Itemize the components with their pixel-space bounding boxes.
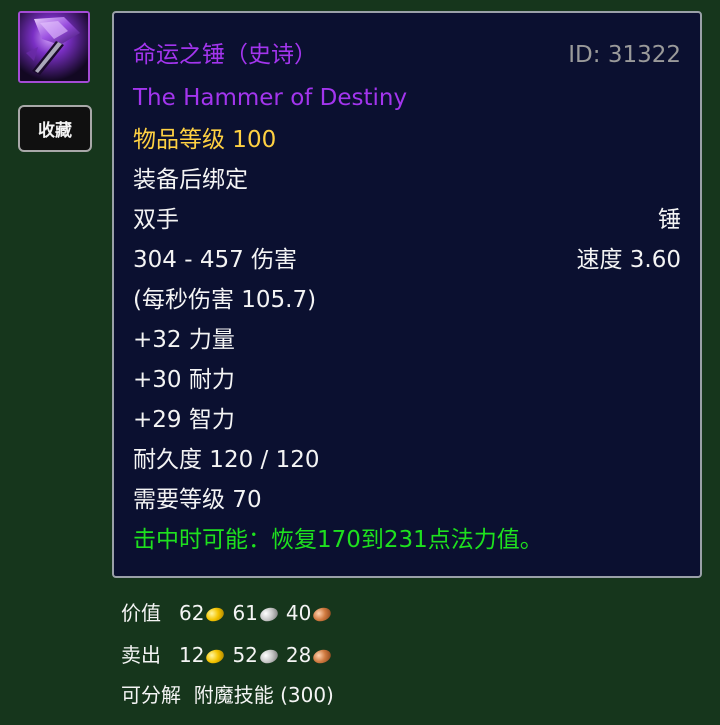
item-tooltip: 命运之锤（史诗） ID: 31322 The Hammer of Destiny…: [112, 11, 702, 578]
sell-silver: 52: [232, 643, 258, 667]
item-name-cn-text: 命运之锤（史诗）: [133, 42, 317, 68]
durability-text: 耐久度 120 / 120: [133, 447, 320, 473]
hammer-icon-art: [20, 13, 88, 81]
item-name-cn: 命运之锤（史诗） ID: 31322: [133, 37, 681, 73]
gold-coin-icon: [204, 605, 227, 623]
value-row: 价值 62 61 40: [121, 598, 339, 628]
speed-text: 速度 3.60: [576, 247, 681, 273]
purple-hammer-icon[interactable]: [18, 11, 90, 83]
value-gold: 62: [179, 601, 205, 625]
item-id: ID: 31322: [568, 42, 681, 68]
copper-coin-icon: [311, 605, 333, 623]
silver-coin-icon: [258, 647, 280, 665]
stat-stamina: +30 耐力: [133, 367, 235, 393]
slot-row: 双手 锤: [133, 202, 681, 238]
slot-text: 双手: [133, 207, 179, 233]
binding-text: 装备后绑定: [133, 167, 248, 193]
stat-strength: +32 力量: [133, 327, 235, 353]
disenchant-text: 可分解 附魔技能 (300): [121, 683, 334, 707]
sell-gold: 12: [179, 643, 205, 667]
item-name-en: The Hammer of Destiny: [133, 85, 408, 111]
stat-intellect: +29 智力: [133, 407, 235, 433]
damage-row: 304 - 457 伤害 速度 3.60: [133, 242, 681, 278]
sell-label: 卖出: [121, 643, 161, 667]
sell-copper: 28: [285, 643, 312, 667]
gold-coin-icon: [204, 647, 227, 665]
type-text: 锤: [658, 207, 681, 233]
favorite-button[interactable]: 收藏: [18, 105, 92, 152]
value-silver: 61: [232, 601, 258, 625]
required-level-text: 需要等级 70: [133, 487, 262, 513]
copper-coin-icon: [311, 647, 333, 665]
silver-coin-icon: [258, 605, 280, 623]
dps-text: (每秒伤害 105.7): [133, 287, 317, 313]
on-hit-effect: 击中时可能：恢复170到231点法力值。: [133, 527, 543, 553]
page: 收藏 命运之锤（史诗） ID: 31322 The Hammer of Dest…: [0, 0, 720, 725]
value-copper: 40: [285, 601, 312, 625]
damage-text: 304 - 457 伤害: [133, 247, 298, 273]
sell-row: 卖出 12 52 28: [121, 640, 339, 670]
value-label: 价值: [121, 601, 161, 625]
item-level: 物品等级 100: [133, 127, 277, 153]
